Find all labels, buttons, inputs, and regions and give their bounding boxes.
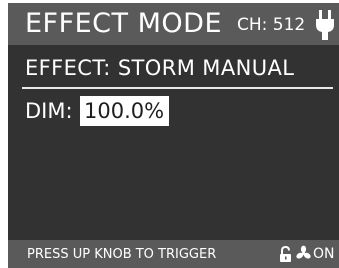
divider — [22, 87, 333, 89]
dim-label: DIM: — [25, 99, 73, 123]
fan-icon — [296, 245, 311, 259]
fan-status: ON — [313, 246, 335, 262]
unlocked-padlock-icon — [280, 246, 291, 262]
display-screen: EFFECT MODE CH: 512 EFFECT: STORM MANUAL… — [8, 3, 339, 268]
dim-value-field[interactable]: 100.0% — [80, 96, 170, 126]
mode-title: EFFECT MODE — [25, 8, 223, 39]
footer-bar: PRESS UP KNOB TO TRIGGER ON — [8, 240, 339, 268]
plug-icon — [316, 10, 334, 40]
effect-name: EFFECT: STORM MANUAL — [25, 56, 295, 80]
trigger-hint: PRESS UP KNOB TO TRIGGER — [27, 247, 217, 262]
header-bar: EFFECT MODE CH: 512 — [8, 3, 339, 45]
channel-readout: CH: 512 — [237, 15, 306, 35]
